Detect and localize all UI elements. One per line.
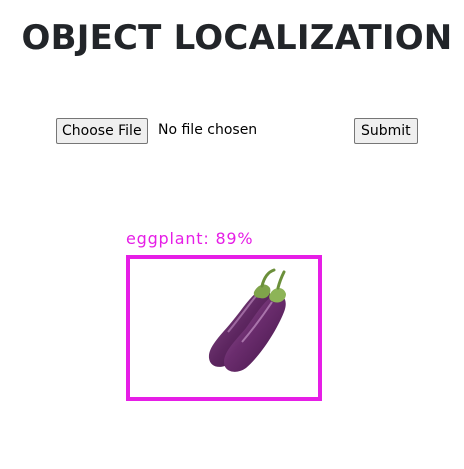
eggplant-image [208,268,286,372]
submit-button[interactable]: Submit [354,118,418,144]
choose-file-button[interactable]: Choose File [56,118,148,144]
file-status-text: No file chosen [158,122,258,138]
detection-bounding-box [126,255,322,401]
page-title: OBJECT LOCALIZATION [21,18,453,58]
upload-form: Choose File No file chosen Submit [56,118,422,148]
page: OBJECT LOCALIZATION Choose File No file … [0,0,464,469]
result-area: eggplant: 89% [120,228,330,404]
detection-label: eggplant: 89% [126,229,254,248]
